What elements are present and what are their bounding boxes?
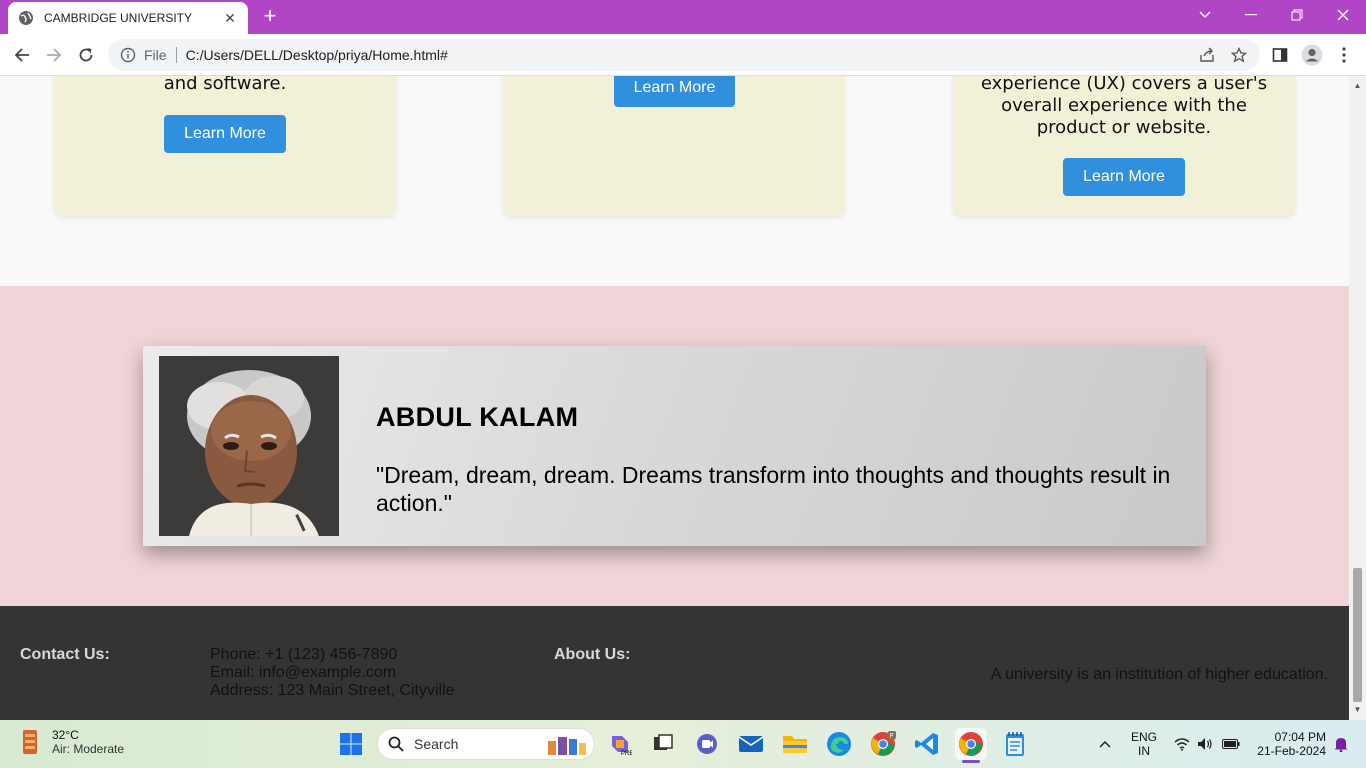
language-indicator[interactable]: ENG IN xyxy=(1128,730,1160,758)
forward-icon[interactable] xyxy=(41,42,67,68)
browser-tab[interactable]: CAMBRIDGE UNIVERSITY ✕ xyxy=(8,2,248,34)
contact-address: Address: 123 Main Street, Cityville xyxy=(210,682,455,699)
side-panel-icon[interactable] xyxy=(1267,42,1293,68)
url-scheme: File xyxy=(144,47,167,63)
mail-icon[interactable] xyxy=(735,728,767,760)
tab-title: CAMBRIDGE UNIVERSITY xyxy=(44,11,193,25)
about-heading: About Us: xyxy=(554,646,631,663)
learn-more-button[interactable]: Learn More xyxy=(164,115,286,153)
restore-icon[interactable] xyxy=(1274,0,1320,30)
course-card: and software. Learn More xyxy=(54,76,396,216)
share-icon[interactable] xyxy=(1194,42,1220,68)
quote-card: ABDUL KALAM "Dream, dream, dream. Dreams… xyxy=(143,346,1206,546)
search-icon xyxy=(388,736,404,752)
learn-more-button[interactable]: Learn More xyxy=(1063,158,1185,196)
weather-widget[interactable]: 32°C Air: Moderate xyxy=(20,728,124,756)
taskbar: 32°C Air: Moderate Search PRE P ENG IN 0… xyxy=(0,720,1366,768)
weather-temperature: 32°C xyxy=(52,728,79,742)
profile-avatar-icon[interactable] xyxy=(1299,42,1325,68)
taskbar-search[interactable]: Search xyxy=(377,728,595,760)
clock-date: 21-Feb-2024 xyxy=(1257,744,1326,758)
card-description-line: experience (UX) covers a user's xyxy=(980,76,1268,94)
address-bar[interactable]: File C:/Users/DELL/Desktop/priya/Home.ht… xyxy=(108,39,1260,71)
volume-icon[interactable] xyxy=(1195,728,1215,760)
active-app-indicator xyxy=(962,760,980,763)
search-highlight-icon xyxy=(548,737,586,755)
weather-air-quality: Air: Moderate xyxy=(52,742,125,756)
quote-section: ABDUL KALAM "Dream, dream, dream. Dreams… xyxy=(0,286,1349,606)
scrollbar-thumb[interactable] xyxy=(1353,568,1362,702)
bookmark-star-icon[interactable] xyxy=(1226,42,1252,68)
about-text: A university is an institution of higher… xyxy=(990,666,1328,683)
notification-bell-icon[interactable] xyxy=(1330,728,1352,760)
contact-phone: Phone: +1 (123) 456-7890 xyxy=(210,646,398,663)
new-tab-button[interactable]: + xyxy=(258,5,282,29)
page-scrollbar[interactable]: ▲ ▼ xyxy=(1349,76,1366,720)
minimize-icon[interactable] xyxy=(1228,0,1274,30)
globe-icon xyxy=(19,11,33,25)
scroll-up-icon[interactable]: ▲ xyxy=(1353,82,1362,90)
info-icon[interactable] xyxy=(120,47,136,63)
url-text[interactable]: C:/Users/DELL/Desktop/priya/Home.html# xyxy=(186,47,448,63)
contact-email: Email: info@example.com xyxy=(210,664,397,681)
teams-chat-icon[interactable] xyxy=(691,728,723,760)
page-footer: Contact Us: Phone: +1 (123) 456-7890 Ema… xyxy=(0,606,1349,720)
battery-icon[interactable] xyxy=(1220,728,1242,760)
learn-more-button[interactable]: Learn More xyxy=(614,76,735,107)
svg-text:P: P xyxy=(890,734,894,740)
chevron-up-icon[interactable] xyxy=(1090,728,1120,760)
card-description-line: product or website. xyxy=(1036,117,1212,138)
notepad-icon[interactable] xyxy=(999,728,1031,760)
card-description: experience (UX) covers a user's overall … xyxy=(953,76,1295,139)
tab-search-icon[interactable] xyxy=(1182,0,1228,30)
close-tab-icon[interactable]: ✕ xyxy=(222,10,238,27)
divider xyxy=(175,47,177,63)
clock-time: 07:04 PM xyxy=(1274,730,1326,744)
scroll-down-icon[interactable]: ▼ xyxy=(1353,706,1362,714)
page-viewport: and software. Learn More Learn More expe… xyxy=(0,76,1349,720)
browser-titlebar: CAMBRIDGE UNIVERSITY ✕ + xyxy=(0,0,1366,34)
card-description-line: overall experience with the xyxy=(1001,95,1247,116)
quote-text: "Dream, dream, dream. Dreams transform i… xyxy=(376,462,1171,516)
wifi-icon[interactable] xyxy=(1172,728,1192,760)
chrome-profile-icon[interactable]: P xyxy=(867,728,899,760)
course-card: experience (UX) covers a user's overall … xyxy=(953,76,1295,216)
file-explorer-icon[interactable] xyxy=(779,728,811,760)
windows-start-icon[interactable] xyxy=(335,728,367,760)
svg-text:PRE: PRE xyxy=(621,751,632,756)
card-description: and software. xyxy=(163,76,287,94)
portrait-image xyxy=(159,356,339,536)
close-window-icon[interactable] xyxy=(1320,0,1366,30)
task-view-icon[interactable] xyxy=(647,728,679,760)
clock[interactable]: 07:04 PM 21-Feb-2024 xyxy=(1252,730,1326,758)
reload-icon[interactable] xyxy=(73,42,99,68)
chrome-icon[interactable] xyxy=(955,728,987,760)
edge-browser-icon[interactable] xyxy=(823,728,855,760)
search-placeholder: Search xyxy=(414,736,459,752)
back-icon[interactable] xyxy=(9,42,35,68)
weather-icon xyxy=(23,730,37,754)
copilot-icon[interactable]: PRE xyxy=(604,728,636,760)
course-card: Learn More xyxy=(503,76,845,216)
quote-author: ABDUL KALAM xyxy=(376,402,579,432)
browser-toolbar: File C:/Users/DELL/Desktop/priya/Home.ht… xyxy=(0,34,1366,76)
contact-heading: Contact Us: xyxy=(20,646,110,663)
language-code: ENG xyxy=(1130,730,1157,744)
menu-kebab-icon[interactable] xyxy=(1331,42,1357,68)
region-code: IN xyxy=(1138,744,1150,758)
vscode-icon[interactable] xyxy=(911,728,943,760)
